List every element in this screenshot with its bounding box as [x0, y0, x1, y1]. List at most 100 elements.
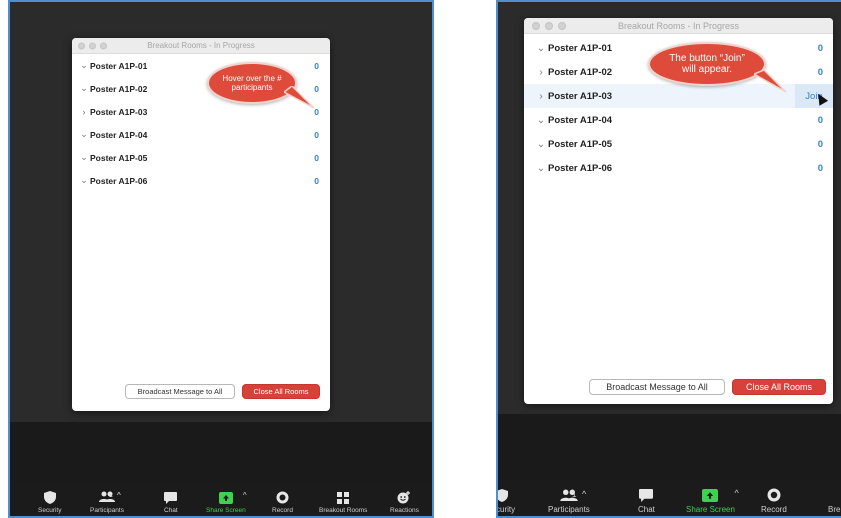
room-row-04[interactable]: ⌄ Poster A1P-04 0: [524, 108, 833, 132]
participants-count-badge: 1: [572, 490, 577, 499]
participants-button[interactable]: 1 ^ Participants: [90, 491, 124, 514]
room-name: Poster A1P-05: [548, 138, 613, 150]
participants-label: Participants: [548, 505, 590, 514]
chevron-down-icon[interactable]: ⌄: [78, 175, 90, 186]
zoom-window-left: Breakout Rooms - In Progress ⌄ Poster A1…: [8, 0, 434, 518]
room-name: Poster A1P-01: [90, 60, 148, 71]
callout-tail: [754, 70, 787, 93]
grid-icon: [337, 492, 350, 504]
broadcast-message-button[interactable]: Broadcast Message to All: [125, 384, 235, 399]
chevron-up-icon[interactable]: ^: [582, 489, 586, 499]
participant-count[interactable]: 0: [818, 43, 823, 54]
zoom-window-button[interactable]: [100, 42, 107, 49]
room-name: Poster A1P-04: [90, 129, 148, 140]
chevron-right-icon[interactable]: ›: [534, 91, 548, 102]
security-button[interactable]: curity: [496, 489, 516, 514]
window-controls: [78, 42, 107, 49]
security-label: Security: [38, 507, 62, 514]
record-button[interactable]: Record: [272, 491, 293, 514]
share-screen-button[interactable]: ^ Share Screen: [206, 491, 247, 514]
record-label: Record: [761, 505, 787, 514]
chevron-down-icon[interactable]: ⌄: [534, 163, 548, 174]
room-row-06[interactable]: ⌄ Poster A1P-06 0: [524, 156, 833, 180]
record-icon: [276, 491, 289, 504]
breakout-rooms-label: Bre: [828, 505, 841, 514]
room-row-04[interactable]: ⌄ Poster A1P-04 0: [72, 123, 330, 146]
window-controls: [532, 21, 566, 30]
breakout-icon: [828, 488, 840, 502]
participant-count[interactable]: 0: [314, 176, 319, 186]
participant-count[interactable]: 0: [314, 130, 319, 140]
security-label: curity: [496, 505, 516, 514]
room-row-05[interactable]: ⌄ Poster A1P-05 0: [524, 132, 833, 156]
shield-icon: [498, 489, 508, 502]
meeting-toolbar: curity 1 ^ Participants Chat ^ Share Scr…: [498, 480, 841, 516]
participant-count[interactable]: 0: [818, 67, 823, 78]
room-name: Poster A1P-03: [90, 106, 148, 117]
participant-count[interactable]: 0: [818, 163, 823, 174]
room-row-05[interactable]: ⌄ Poster A1P-05 0: [72, 146, 330, 169]
chevron-down-icon[interactable]: ⌄: [534, 43, 548, 54]
security-button[interactable]: Security: [38, 491, 61, 514]
callout-text: The button “Join” will appear.: [669, 53, 745, 75]
chevron-down-icon[interactable]: ⌄: [78, 83, 90, 94]
video-area: [10, 422, 432, 486]
minimize-window-button[interactable]: [545, 21, 553, 30]
breakout-rooms-button[interactable]: Breakout Rooms: [319, 492, 367, 514]
record-icon: [767, 488, 781, 502]
chevron-down-icon[interactable]: ⌄: [534, 139, 548, 150]
broadcast-message-button[interactable]: Broadcast Message to All: [589, 379, 725, 395]
room-name: Poster A1P-02: [548, 66, 613, 78]
participants-icon: 1 ^: [90, 491, 124, 504]
participant-count[interactable]: 0: [818, 139, 823, 150]
chat-label: Chat: [638, 505, 655, 514]
chevron-right-icon[interactable]: ›: [78, 107, 90, 117]
close-window-button[interactable]: [532, 21, 540, 30]
close-window-button[interactable]: [78, 42, 85, 49]
close-all-rooms-button[interactable]: Close All Rooms: [732, 379, 826, 395]
dialog-title: Breakout Rooms - In Progress: [147, 41, 255, 50]
share-screen-icon: ^: [702, 488, 739, 502]
chevron-up-icon[interactable]: ^: [243, 491, 247, 500]
reaction-smile-icon: [397, 491, 411, 504]
arrow-up-icon: [222, 495, 229, 501]
chevron-down-icon[interactable]: ⌄: [78, 152, 90, 163]
reactions-label: Reactions: [390, 507, 419, 514]
participant-count[interactable]: 0: [818, 115, 823, 126]
close-all-rooms-button[interactable]: Close All Rooms: [242, 384, 320, 399]
chat-button[interactable]: Chat: [638, 489, 655, 514]
zoom-window-right: Breakout Rooms - In Progress ⌄ Poster A1…: [496, 0, 841, 518]
chevron-down-icon[interactable]: ⌄: [78, 60, 90, 71]
participants-button[interactable]: 1 ^ Participants: [548, 489, 590, 514]
room-name: Poster A1P-06: [548, 162, 613, 174]
room-name: Poster A1P-03: [548, 90, 613, 102]
participant-count[interactable]: 0: [314, 153, 319, 163]
chevron-down-icon[interactable]: ⌄: [534, 115, 548, 126]
reactions-button[interactable]: Reactions: [390, 491, 419, 514]
chevron-right-icon[interactable]: ›: [534, 67, 548, 78]
breakout-rooms-label: Breakout Rooms: [319, 507, 368, 514]
shield-icon: [43, 491, 56, 504]
room-name: Poster A1P-06: [90, 175, 148, 186]
participants-count-badge: 1: [109, 492, 113, 499]
dialog-title: Breakout Rooms - In Progress: [617, 21, 740, 31]
participant-count[interactable]: 0: [314, 61, 319, 71]
room-row-06[interactable]: ⌄ Poster A1P-06 0: [72, 169, 330, 192]
chat-bubble-icon: [639, 489, 654, 502]
chevron-up-icon[interactable]: ^: [734, 488, 738, 498]
chevron-down-icon[interactable]: ⌄: [78, 129, 90, 140]
record-button[interactable]: Record: [761, 488, 787, 514]
share-screen-button[interactable]: ^ Share Screen: [686, 488, 739, 514]
chevron-up-icon[interactable]: ^: [117, 491, 121, 500]
participants-icon: 1 ^: [548, 489, 590, 502]
breakout-rooms-button[interactable]: Bre: [828, 488, 840, 514]
room-name: Poster A1P-02: [90, 83, 148, 94]
meeting-toolbar: Security 1 ^ Participants Chat ^ Share S…: [10, 482, 432, 516]
room-name: Poster A1P-01: [548, 42, 613, 54]
share-screen-label: Share Screen: [686, 505, 735, 514]
zoom-window-button[interactable]: [558, 21, 566, 30]
chat-button[interactable]: Chat: [164, 492, 178, 514]
room-name: Poster A1P-05: [90, 152, 148, 163]
callout-text: Hover over the # participants: [222, 73, 282, 92]
minimize-window-button[interactable]: [89, 42, 96, 49]
